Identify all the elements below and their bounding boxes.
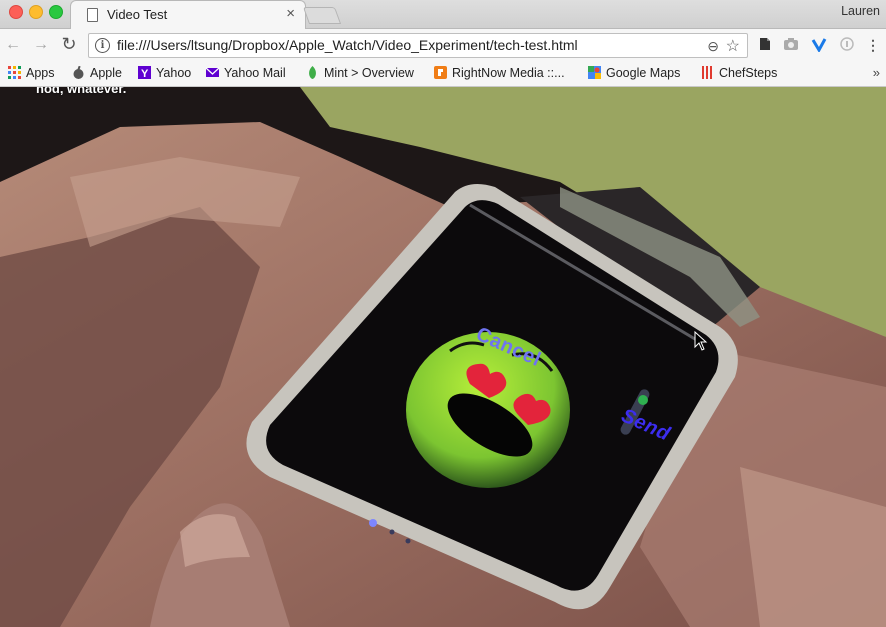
bookmark-apple[interactable]: Apple	[72, 66, 122, 80]
page-viewport: nod, whatever. Cancel Send	[0, 87, 886, 627]
zoom-icon[interactable]: ⊖	[707, 38, 719, 55]
tab-strip: Video Test × Lauren	[0, 0, 886, 29]
bookmark-label: Yahoo Mail	[224, 66, 286, 80]
circle-extension-icon[interactable]	[838, 36, 856, 54]
tab-video-test[interactable]: Video Test ×	[70, 0, 306, 29]
profile-name[interactable]: Lauren	[841, 4, 880, 18]
address-bar[interactable]: i file:///Users/ltsung/Dropbox/Apple_Wat…	[88, 33, 748, 58]
zoom-window-button[interactable]	[49, 5, 63, 19]
close-window-button[interactable]	[9, 5, 23, 19]
back-arrow-icon[interactable]: ←	[5, 36, 21, 54]
info-icon[interactable]: i	[95, 38, 110, 53]
rightnow-icon	[434, 66, 447, 79]
tab-title: Video Test	[107, 7, 168, 22]
vimeo-extension-icon[interactable]	[810, 36, 828, 54]
video-caption: nod, whatever.	[36, 87, 127, 96]
mail-envelope-icon	[206, 67, 219, 77]
camera-extension-icon[interactable]	[782, 36, 800, 54]
apple-icon	[73, 66, 84, 79]
bookmark-chefsteps[interactable]: ChefSteps	[701, 66, 777, 80]
tab-close-icon[interactable]: ×	[286, 5, 295, 23]
chrome-menu-icon[interactable]: ⋮	[864, 36, 882, 54]
bookmark-label: RightNow Media ::...	[452, 66, 565, 80]
bookmark-label: Mint > Overview	[324, 66, 414, 80]
heart-eyes-emoji	[406, 332, 570, 488]
bookmark-apps[interactable]: Apps	[8, 66, 55, 80]
svg-text:Y: Y	[141, 68, 149, 79]
reload-icon[interactable]: ↻	[61, 34, 77, 55]
url-text[interactable]: file:///Users/ltsung/Dropbox/Apple_Watch…	[117, 37, 578, 53]
mint-leaf-icon	[309, 66, 316, 79]
video-frame[interactable]	[0, 87, 886, 627]
bookmark-label: Apps	[26, 66, 55, 80]
maps-pin-icon	[588, 66, 601, 79]
bookmark-label: ChefSteps	[719, 66, 778, 80]
bookmark-label: Apple	[90, 66, 122, 80]
bookmarks-overflow-button[interactable]: »	[873, 65, 880, 80]
bookmark-yahoo-mail[interactable]: Yahoo Mail	[206, 66, 286, 80]
bookmark-google-maps[interactable]: Google Maps	[588, 66, 680, 80]
navigation-toolbar: ← → ↻ i file:///Users/ltsung/Dropbox/App…	[0, 29, 886, 62]
yahoo-icon: Y	[138, 66, 151, 79]
bookmark-yahoo[interactable]: Y Yahoo	[138, 66, 191, 80]
bookmarks-bar: Apps Apple Y Yahoo Yahoo Mail Mint > Over…	[0, 62, 886, 87]
chefsteps-icon	[702, 66, 712, 79]
minimize-window-button[interactable]	[29, 5, 43, 19]
new-tab-button[interactable]	[302, 7, 342, 24]
document-icon	[87, 8, 98, 22]
bookmark-label: Google Maps	[606, 66, 681, 80]
bookmark-label: Yahoo	[156, 66, 192, 80]
mouse-cursor-icon	[694, 331, 708, 351]
apps-grid-icon	[8, 66, 21, 79]
bookmark-rightnow-media[interactable]: RightNow Media ::...	[434, 66, 565, 80]
bookmark-mint[interactable]: Mint > Overview	[306, 66, 414, 80]
evernote-extension-icon[interactable]	[756, 36, 774, 54]
forward-arrow-icon[interactable]: →	[33, 36, 49, 54]
bookmark-star-icon[interactable]: ☆	[726, 36, 740, 56]
